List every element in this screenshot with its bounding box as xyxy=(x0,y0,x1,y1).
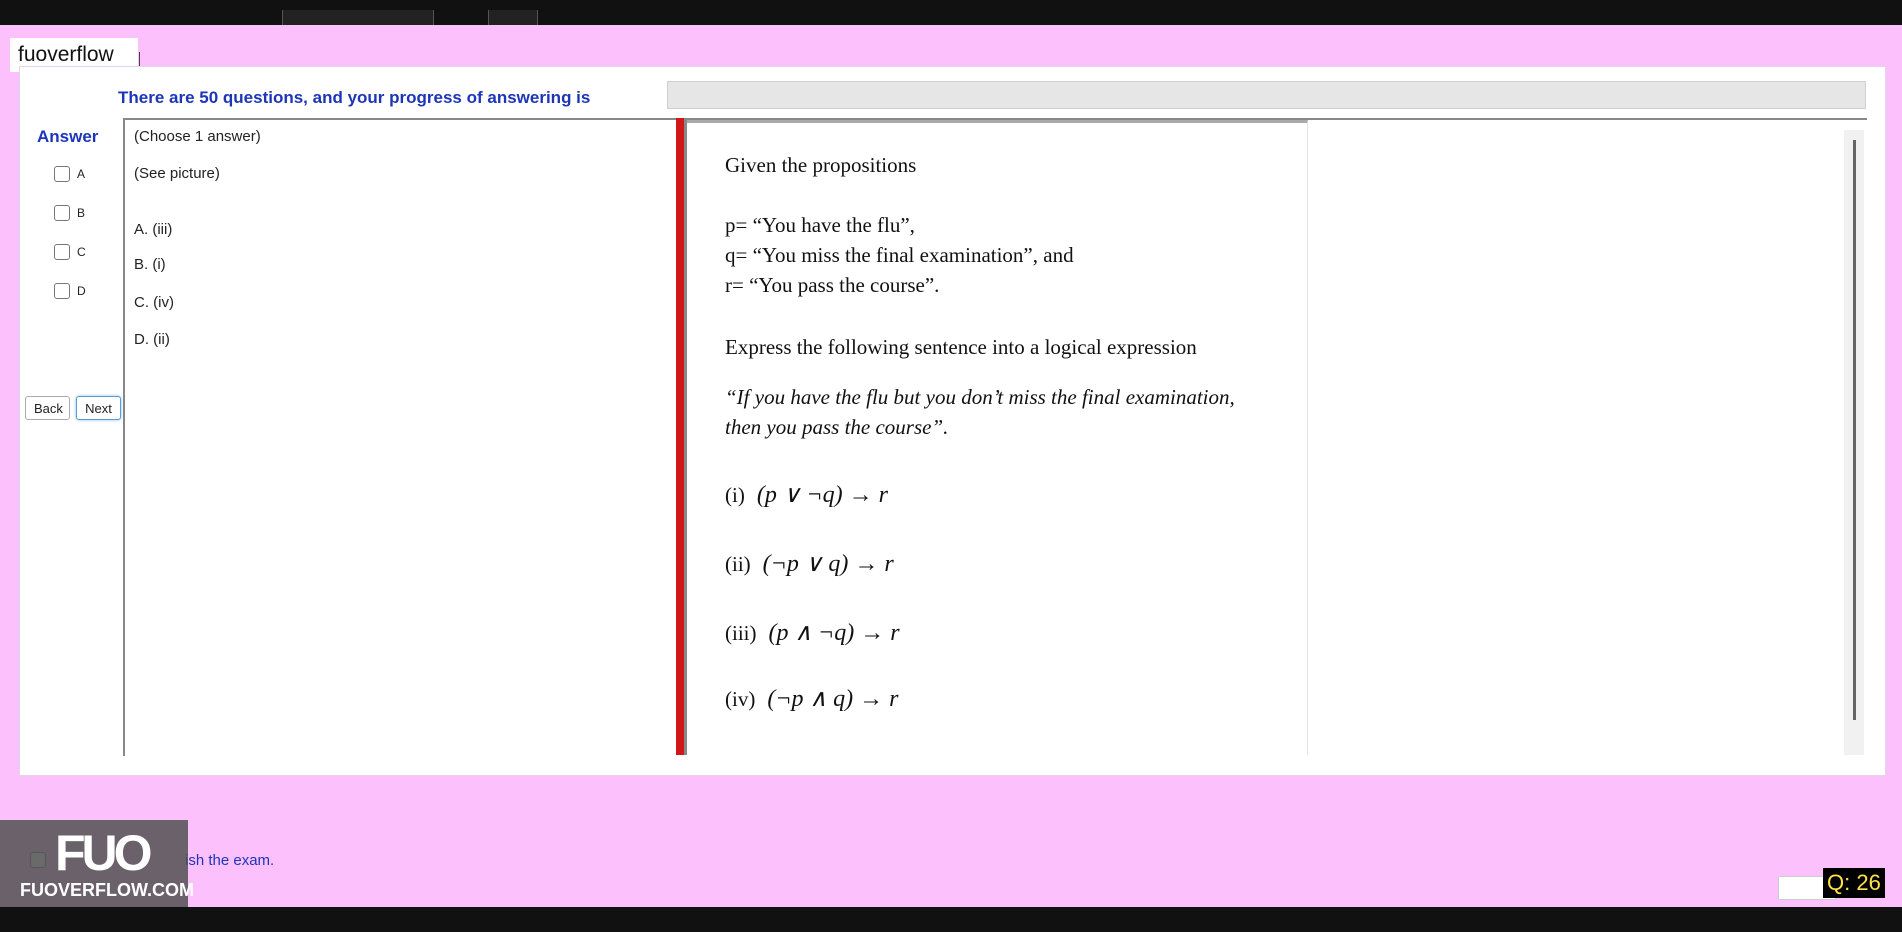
item-expression-iii: (p ∧ ¬q) → r xyxy=(768,620,900,646)
item-expression-ii: (¬p ∨ q) → r xyxy=(762,551,894,577)
picture-item-iv: (iv) (¬p ∧ q) → r xyxy=(725,684,898,713)
option-label-b: B xyxy=(77,206,86,220)
progress-bar xyxy=(667,81,1866,109)
choice-b: B. (i) xyxy=(134,256,166,273)
checkbox-a[interactable] xyxy=(54,166,70,182)
answer-title: Answer xyxy=(37,127,99,146)
question-note: (See picture) xyxy=(134,165,220,182)
checkbox-d[interactable] xyxy=(54,283,70,299)
picture-item-ii: (ii) (¬p ∨ q) → r xyxy=(725,549,894,578)
splitter-handle[interactable] xyxy=(676,118,684,755)
bottom-bar xyxy=(0,907,1902,932)
finish-exam-label: ish the exam. xyxy=(185,852,275,869)
checkbox-c[interactable] xyxy=(54,244,70,260)
picture-proposition-r: r= “You pass the course”. xyxy=(725,273,940,297)
choice-d: D. (ii) xyxy=(134,331,170,348)
choice-a: A. (iii) xyxy=(134,221,173,238)
picture-proposition-p: p= “You have the flu”, xyxy=(725,213,915,237)
text-caret xyxy=(139,52,140,67)
item-expression-iv: (¬p ∧ q) → r xyxy=(767,686,899,712)
item-number-iii: (iii) xyxy=(725,621,757,645)
item-number-ii: (ii) xyxy=(725,552,751,576)
picture-sentence-line2: then you pass the course”. xyxy=(725,415,949,439)
item-number-i: (i) xyxy=(725,483,745,507)
logo-mark: FUO xyxy=(55,825,153,881)
item-expression-i: (p ∨ ¬q) → r xyxy=(756,482,888,508)
checkbox-b[interactable] xyxy=(54,205,70,221)
item-number-iv: (iv) xyxy=(725,687,756,711)
logo-text: FUOVERFLOW.COM xyxy=(20,880,194,900)
progress-label: There are 50 questions, and your progres… xyxy=(118,88,591,107)
question-counter: Q: 26 xyxy=(1823,868,1885,898)
picture-item-iii: (iii) (p ∧ ¬q) → r xyxy=(725,618,900,647)
top-bar xyxy=(0,0,1902,25)
choice-c: C. (iv) xyxy=(134,294,174,311)
scrollbar-thumb[interactable] xyxy=(1853,140,1856,720)
question-instruction: (Choose 1 answer) xyxy=(134,128,261,145)
picture-instruction: Express the following sentence into a lo… xyxy=(725,335,1197,359)
picture-item-i: (i) (p ∨ ¬q) → r xyxy=(725,480,888,509)
picture-sentence-line1: “If you have the flu but you don’t miss … xyxy=(725,385,1235,409)
picture-intro: Given the propositions xyxy=(725,153,917,177)
next-button[interactable]: Next xyxy=(76,396,121,420)
option-label-a: A xyxy=(77,167,86,181)
picture-proposition-q: q= “You miss the final examination”, and xyxy=(725,243,1074,267)
back-button[interactable]: Back xyxy=(25,396,70,420)
top-control-left xyxy=(282,10,434,25)
option-label-d: D xyxy=(77,284,86,298)
option-label-c: C xyxy=(77,245,86,259)
watermark-logo: FUO FUOVERFLOW.COM xyxy=(0,820,194,908)
top-control-right xyxy=(488,10,538,25)
